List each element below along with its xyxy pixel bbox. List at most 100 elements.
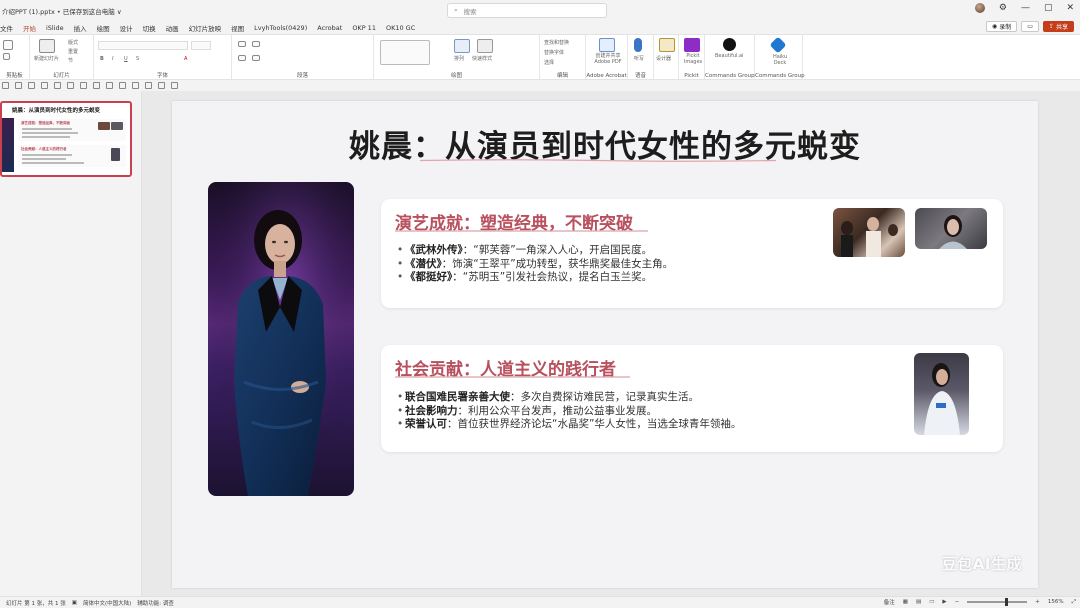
redo-icon[interactable] [28, 82, 35, 89]
slide-thumbnail[interactable]: 姚晨：从演员到时代女性的多元蜕变 演艺成就：塑造经典，不断突破 社会贡献：人道主… [0, 101, 132, 177]
bold-button[interactable]: B [100, 56, 104, 62]
slide[interactable]: 姚晨：从演员到时代女性的多元蜕变 演艺成就：塑造经典，不断突破 • 《武林外传》… [172, 101, 1038, 588]
spellcheck-icon[interactable]: ▣ [72, 600, 77, 606]
tab-home[interactable]: 开始 [23, 23, 36, 33]
layout-button[interactable]: 版式 [68, 39, 78, 46]
slideshow-icon[interactable]: ▶ [942, 599, 946, 605]
find-replace-button[interactable]: 查找和替换 [544, 39, 569, 46]
italic-button[interactable]: I [112, 56, 113, 62]
zoom-slider-knob[interactable] [1005, 598, 1009, 606]
tab-draw[interactable]: 绘图 [97, 23, 110, 33]
share-button[interactable]: ⇪ 共享 [1042, 21, 1074, 32]
close-button[interactable]: ✕ [1066, 3, 1074, 13]
picture-icon[interactable] [93, 82, 100, 89]
zoom-slider[interactable] [967, 598, 1028, 606]
crop-icon[interactable] [158, 82, 165, 89]
tab-view[interactable]: 视图 [231, 23, 244, 33]
haiku-deck-icon[interactable] [769, 36, 787, 54]
font-color-icon[interactable]: A [184, 56, 187, 62]
minimize-button[interactable]: — [1021, 3, 1030, 13]
pickit-button[interactable]: Pickit Images [681, 53, 705, 65]
account-avatar[interactable] [974, 3, 985, 13]
list-item[interactable]: • 社会影响力：利用公众平台发声，推动公益事业发展。 [397, 405, 741, 419]
text-box-icon[interactable] [80, 82, 87, 89]
replace-font-button[interactable]: 替换字体 [544, 49, 564, 56]
tab-file[interactable]: 文件 [0, 23, 13, 33]
unhcr-photo[interactable] [914, 353, 969, 435]
arrange-icon[interactable] [454, 39, 470, 53]
font-family-select[interactable] [98, 41, 188, 50]
maximize-button[interactable]: ▢ [1044, 3, 1053, 13]
language-indicator[interactable]: 简体中文(中国大陆) [83, 599, 131, 607]
align-left-icon[interactable] [238, 55, 246, 61]
slide-sorter-icon[interactable]: ▤ [916, 599, 921, 605]
beautiful-ai-button[interactable]: Beautiful.ai [715, 53, 743, 59]
tab-animations[interactable]: 动画 [166, 23, 179, 33]
normal-view-icon[interactable]: ▦ [903, 599, 908, 605]
list-item[interactable]: • 联合国难民署亲善大使：多次自费探访难民营，记录真实生活。 [397, 391, 741, 405]
tab-slideshow[interactable]: 幻灯片放映 [189, 23, 222, 33]
cut-icon[interactable] [3, 53, 10, 60]
settings-icon[interactable]: ⚙ [999, 3, 1007, 13]
achievements-card[interactable]: 演艺成就：塑造经典，不断突破 • 《武林外传》：“郭芙蓉”一角深入人心，开启国民度… [381, 199, 1003, 308]
format-painter-icon[interactable] [67, 82, 74, 89]
document-title[interactable]: 介绍PPT (1).pptx • 已保存到这台电脑 ∨ [2, 6, 122, 16]
bullets-icon[interactable] [238, 41, 246, 47]
select-button[interactable]: 选择 [544, 59, 554, 66]
shape-icon[interactable] [54, 82, 61, 89]
pickit-icon[interactable] [684, 38, 700, 52]
adobe-pdf-button[interactable]: 创建并共享Adobe PDF [588, 53, 628, 65]
start-from-beginning-icon[interactable] [41, 82, 48, 89]
notes-button[interactable]: 备注 [884, 598, 895, 606]
new-slide-button[interactable]: 新建幻灯片 [34, 55, 59, 62]
tab-islide[interactable]: iSlide [46, 24, 64, 32]
still-photo-1[interactable] [833, 208, 905, 257]
align-center-icon[interactable] [252, 55, 260, 61]
haiku-deck-button[interactable]: Haiku Deck [769, 54, 791, 66]
section-button[interactable]: 节 [68, 57, 73, 64]
tab-acrobat[interactable]: Acrobat [317, 24, 342, 32]
save-icon[interactable] [2, 82, 9, 89]
undo-icon[interactable] [15, 82, 22, 89]
zoom-in-icon[interactable]: + [1035, 599, 1040, 605]
font-size-select[interactable] [191, 41, 211, 50]
reading-view-icon[interactable]: ▭ [929, 599, 934, 605]
chart-icon[interactable] [119, 82, 126, 89]
tab-okp[interactable]: OKP 11 [352, 24, 376, 32]
zoom-out-icon[interactable]: − [955, 599, 960, 605]
customize-qat-icon[interactable] [171, 82, 178, 89]
list-item[interactable]: • 荣誉认可：首位获世界经济论坛“水晶奖”华人女性，当选全球青年领袖。 [397, 418, 741, 432]
quick-styles-button[interactable]: 快速样式 [472, 55, 492, 62]
paste-icon[interactable] [3, 40, 13, 50]
list-item[interactable]: • 《潜伏》：饰演“王翠平”成功转型，获华鼎奖最佳女主角。 [397, 258, 673, 272]
designer-icon[interactable] [659, 38, 675, 52]
portrait-photo[interactable] [208, 182, 354, 496]
adobe-pdf-icon[interactable] [599, 38, 615, 52]
arrange-button[interactable]: 排列 [454, 55, 464, 62]
social-contribution-card[interactable]: 社会贡献：人道主义的践行者 • 联合国难民署亲善大使：多次自费探访难民营，记录真实… [381, 345, 1003, 452]
strikethrough-button[interactable]: S [136, 56, 139, 62]
list-item[interactable]: • 《都挺好》：“苏明玉”引发社会热议，提名白玉兰奖。 [397, 271, 673, 285]
numbering-icon[interactable] [252, 41, 260, 47]
comment-button[interactable]: ▭ [1021, 21, 1039, 32]
beautiful-ai-icon[interactable] [723, 38, 736, 51]
quick-styles-icon[interactable] [477, 39, 493, 53]
group-icon[interactable] [145, 82, 152, 89]
table-icon[interactable] [106, 82, 113, 89]
zoom-level[interactable]: 156% [1048, 599, 1064, 605]
record-button[interactable]: ◉ 录制 [986, 21, 1018, 32]
tab-transitions[interactable]: 切换 [143, 23, 156, 33]
list-item[interactable]: • 《武林外传》：“郭芙蓉”一角深入人心，开启国民度。 [397, 244, 673, 258]
microphone-icon[interactable] [634, 38, 642, 52]
new-slide-icon[interactable] [39, 39, 55, 53]
tab-insert[interactable]: 插入 [74, 23, 87, 33]
reset-button[interactable]: 重置 [68, 48, 78, 55]
still-photo-2[interactable] [915, 208, 987, 249]
search-input[interactable]: 搜索 [464, 6, 477, 16]
align-icon[interactable] [132, 82, 139, 89]
shapes-gallery[interactable] [380, 40, 430, 65]
tab-design[interactable]: 设计 [120, 23, 133, 33]
underline-button[interactable]: U [124, 56, 128, 62]
tab-ok10[interactable]: OK10 GC [386, 24, 415, 32]
tab-lvyhtools[interactable]: LvyhTools(0429) [254, 24, 307, 32]
